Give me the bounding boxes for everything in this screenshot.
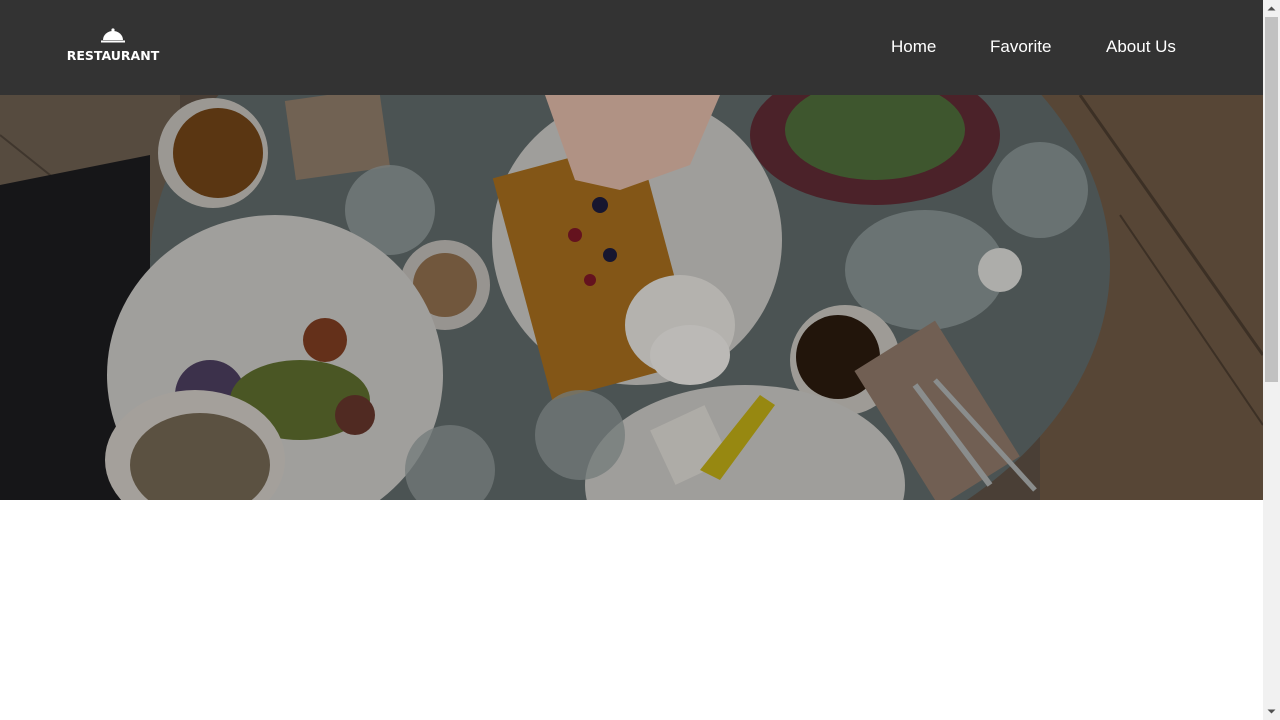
nav-about-us-link[interactable]: About Us <box>1106 37 1176 57</box>
vertical-scrollbar[interactable] <box>1263 0 1280 720</box>
hero-food-image <box>0 95 1263 500</box>
scroll-down-arrow-icon[interactable] <box>1263 703 1280 720</box>
hero-banner <box>0 95 1263 500</box>
nav-home-link[interactable]: Home <box>891 37 936 57</box>
site-header: RESTAURANT Home Favorite About Us <box>0 0 1263 95</box>
scrollbar-thumb[interactable] <box>1265 17 1278 382</box>
nav-favorite-link[interactable]: Favorite <box>990 37 1051 57</box>
scroll-up-arrow-icon[interactable] <box>1263 0 1280 17</box>
page: RESTAURANT Home Favorite About Us <box>0 0 1263 720</box>
main-nav: Home Favorite About Us <box>0 0 1263 95</box>
